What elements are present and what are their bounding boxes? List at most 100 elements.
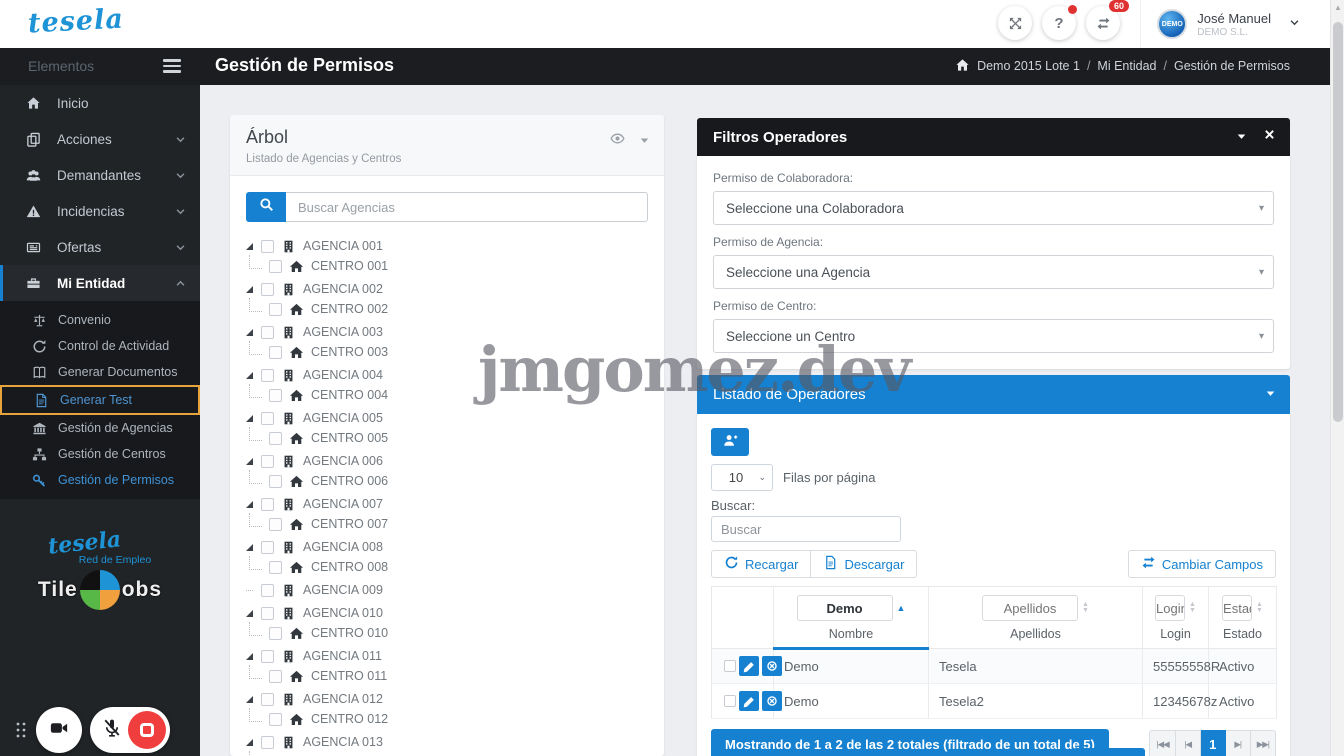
reload-button[interactable]: Recargar [711,550,811,578]
tree-centro-row[interactable]: CENTRO 012 [246,709,648,729]
tree-centro-row[interactable]: CENTRO 002 [246,299,648,319]
sidebar-item-incidencias[interactable]: Incidencias [0,193,200,229]
sidebar-item-mi-entidad[interactable]: Mi Entidad [0,265,200,301]
tree-agency-row[interactable]: AGENCIA 012 [246,689,648,709]
tree-checkbox[interactable] [269,518,282,531]
drag-handle-icon[interactable] [14,721,28,739]
tree-caret-icon[interactable] [246,243,253,250]
submenu-item-convenio[interactable]: Convenio [0,307,200,333]
tree-agency-row[interactable]: AGENCIA 005 [246,408,648,428]
tree-caret-icon[interactable] [246,458,253,465]
tree-checkbox[interactable] [261,607,274,620]
tree-agency-row[interactable]: AGENCIA 008 [246,537,648,557]
caret-down-icon[interactable] [639,135,650,148]
stop-recording-button[interactable] [128,711,166,749]
tree-centro-row[interactable]: CENTRO 003 [246,342,648,362]
table-header-estado[interactable]: ▲▼Estado [1209,587,1277,649]
sidebar-item-acciones[interactable]: Acciones [0,121,200,157]
tree-agency-row[interactable]: AGENCIA 006 [246,451,648,471]
tree-centro-row[interactable]: CENTRO 008 [246,557,648,577]
sidebar-item-ofertas[interactable]: Ofertas [0,229,200,265]
eye-icon[interactable] [610,131,625,151]
filter-select-permiso-de-agencia[interactable]: Seleccione una Agencia▾ [713,255,1274,289]
row-checkbox[interactable] [724,660,736,672]
table-header-apellidos[interactable]: ▲▼Apellidos [929,587,1143,649]
filter-select-permiso-de-centro[interactable]: Seleccione un Centro▾ [713,319,1274,353]
tree-checkbox[interactable] [261,326,274,339]
tree-checkbox[interactable] [269,670,282,683]
tree-agency-row[interactable]: AGENCIA 003 [246,322,648,342]
edit-button[interactable] [739,656,759,676]
tree-checkbox[interactable] [261,498,274,511]
download-button[interactable]: Descargar [811,550,917,578]
column-filter-input-login[interactable] [1155,595,1185,621]
partially-visible-button[interactable] [1073,748,1145,756]
header-button-help-icon[interactable]: ? [1042,6,1076,40]
tree-centro-row[interactable]: CENTRO 006 [246,471,648,491]
tree-centro-row[interactable]: CENTRO 007 [246,514,648,534]
tree-checkbox[interactable] [269,432,282,445]
tree-checkbox[interactable] [269,627,282,640]
table-header-login[interactable]: ▲▼Login [1143,587,1209,649]
sort-icon[interactable]: ▲▼ [1256,602,1263,614]
header-button-fullscreen-icon[interactable] [998,6,1032,40]
tree-checkbox[interactable] [269,713,282,726]
breadcrumb-item-demo-2015-lote-1[interactable]: Demo 2015 Lote 1 [977,59,1080,73]
tree-agency-row[interactable]: AGENCIA 011 [246,646,648,666]
scrollbar-thumb[interactable] [1333,22,1343,422]
tree-agency-row[interactable]: AGENCIA 004 [246,365,648,385]
tree-caret-icon[interactable] [246,286,253,293]
pagination-last-button[interactable]: ▶▶| [1251,730,1276,756]
tree-caret-icon[interactable] [246,739,253,746]
sidebar-item-inicio[interactable]: Inicio [0,85,200,121]
pagination-next-button[interactable]: ▶| [1226,730,1251,756]
tree-centro-row[interactable]: CENTRO 005 [246,428,648,448]
close-icon[interactable] [1263,128,1276,146]
pagination-previous-button[interactable]: |◀ [1176,730,1201,756]
tree-caret-icon[interactable] [246,501,253,508]
submenu-item-gestion-de-centros[interactable]: Gestión de Centros [0,441,200,467]
disable-button[interactable] [762,656,782,676]
tree-checkbox[interactable] [261,412,274,425]
page-button-1[interactable]: 1 [1201,730,1226,756]
tree-checkbox[interactable] [269,303,282,316]
breadcrumb-item-gestion-de-permisos[interactable]: Gestión de Permisos [1174,59,1290,73]
sort-icon[interactable]: ▲▼ [1189,602,1196,614]
hamburger-icon[interactable] [163,59,181,76]
pagination-first-button[interactable]: |◀◀ [1149,730,1175,756]
tree-centro-row[interactable]: CENTRO 013 [246,752,648,756]
tree-agency-row[interactable]: AGENCIA 007 [246,494,648,514]
edit-button[interactable] [739,691,759,711]
tree-agency-row[interactable]: AGENCIA 010 [246,603,648,623]
tree-checkbox[interactable] [261,369,274,382]
column-filter-input-apellidos[interactable] [982,595,1078,621]
caret-down-icon[interactable] [1236,131,1247,144]
scroll-up-arrow-icon[interactable]: ▲ [1334,3,1342,12]
tree-caret-icon[interactable] [246,610,253,617]
tree-caret-icon[interactable] [246,653,253,660]
submenu-item-control-de-actividad[interactable]: Control de Actividad [0,333,200,359]
tree-agency-row[interactable]: AGENCIA 001 [246,236,648,256]
tree-caret-icon[interactable] [246,329,253,336]
header-button-switch-icon[interactable]: 60 [1086,6,1120,40]
column-filter-input-estado[interactable] [1222,595,1252,621]
tree-checkbox[interactable] [269,346,282,359]
page-scrollbar[interactable]: ▲ [1330,0,1344,756]
tree-checkbox[interactable] [261,283,274,296]
operators-search-input[interactable] [711,516,901,542]
tree-centro-row[interactable]: CENTRO 001 [246,256,648,276]
sidebar-item-demandantes[interactable]: Demandantes [0,157,200,193]
tree-caret-icon[interactable] [246,415,253,422]
tree-agency-row[interactable]: AGENCIA 002 [246,279,648,299]
tree-checkbox[interactable] [269,260,282,273]
submenu-item-gestion-de-agencias[interactable]: Gestión de Agencias [0,415,200,441]
breadcrumb-item-mi-entidad[interactable]: Mi Entidad [1097,59,1156,73]
tree-checkbox[interactable] [261,541,274,554]
search-agencies-input[interactable] [286,192,648,222]
rows-per-page-select[interactable]: 10 ⌄ [711,464,773,491]
table-header-nombre[interactable]: ▲Nombre [774,587,929,649]
sort-ascending-icon[interactable]: ▲ [897,603,906,613]
filter-select-permiso-de-colaboradora[interactable]: Seleccione una Colaboradora▾ [713,191,1274,225]
submenu-item-generar-documentos[interactable]: Generar Documentos [0,359,200,385]
tree-checkbox[interactable] [269,389,282,402]
